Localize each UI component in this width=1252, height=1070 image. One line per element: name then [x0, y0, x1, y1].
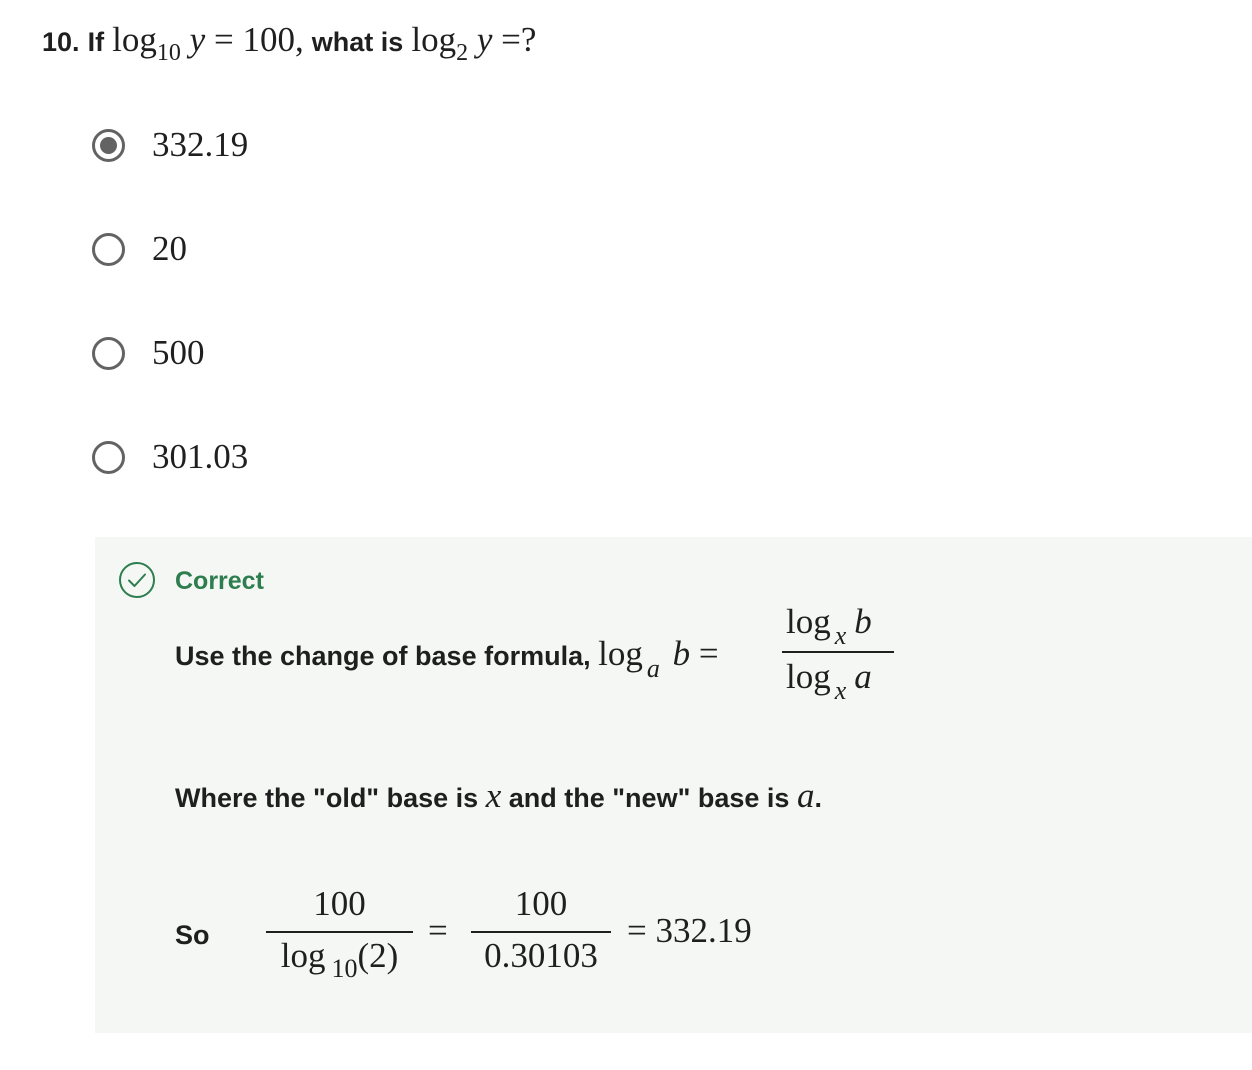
question-log2: log2 y =?	[411, 20, 537, 66]
calc-result: = 332.19	[627, 911, 752, 950]
calc-numerator-1: 100	[313, 884, 366, 923]
fraction-bar	[782, 651, 894, 653]
formula-fraction: log x b log x a	[782, 602, 894, 705]
formula-intro: Use the change of base formula,	[175, 641, 591, 671]
option-label: 20	[152, 229, 187, 268]
check-circle-icon	[119, 562, 155, 598]
calc-fraction-2: 100 0.30103	[471, 884, 611, 976]
option-label: 301.03	[152, 437, 249, 476]
calc-denominator-1: log 10(2)	[280, 936, 399, 983]
so-label: So	[175, 920, 210, 950]
calc-numerator-2: 100	[514, 884, 568, 923]
option-label: 332.19	[152, 125, 249, 164]
radio-selected[interactable]	[92, 128, 125, 162]
option-label: 500	[152, 333, 205, 372]
formula-numerator: log x b	[786, 602, 872, 650]
formula-denominator: log x a	[786, 657, 872, 705]
feedback-status: Correct	[175, 567, 264, 595]
radio-unselected[interactable]	[92, 336, 125, 370]
radio-dot	[100, 136, 117, 154]
option-301-03[interactable]: 301.03	[92, 437, 248, 477]
calc-fraction-1: 100 log 10(2)	[266, 884, 413, 983]
fraction-bar	[266, 931, 413, 933]
radio-unselected[interactable]	[92, 232, 125, 266]
change-of-base-text: Use the change of base formula, log a b =	[175, 632, 719, 683]
option-500[interactable]: 500	[92, 333, 205, 373]
formula-lhs: log a b =	[598, 634, 719, 683]
option-332-19[interactable]: 332.19	[92, 125, 248, 165]
where-x: x	[485, 776, 502, 815]
question-log1: log10 y = 100,	[112, 20, 304, 66]
fraction-bar	[471, 931, 611, 933]
where-part2: and the "new" base is	[508, 783, 790, 813]
question-what-is: what is	[311, 27, 404, 57]
radio-unselected[interactable]	[92, 440, 125, 474]
question-if: If	[87, 27, 105, 57]
where-text: Where the "old" base is x and the "new" …	[175, 776, 822, 818]
question-text: 10. If log10 y = 100, what is log2 y =?	[42, 18, 536, 66]
where-a: a	[796, 776, 815, 815]
calc-denominator-2: 0.30103	[484, 936, 598, 975]
equals-sign: =	[428, 911, 448, 950]
where-end: .	[814, 783, 822, 813]
where-part1: Where the "old" base is	[175, 783, 479, 813]
question-number: 10.	[42, 27, 80, 57]
option-20[interactable]: 20	[92, 229, 187, 269]
